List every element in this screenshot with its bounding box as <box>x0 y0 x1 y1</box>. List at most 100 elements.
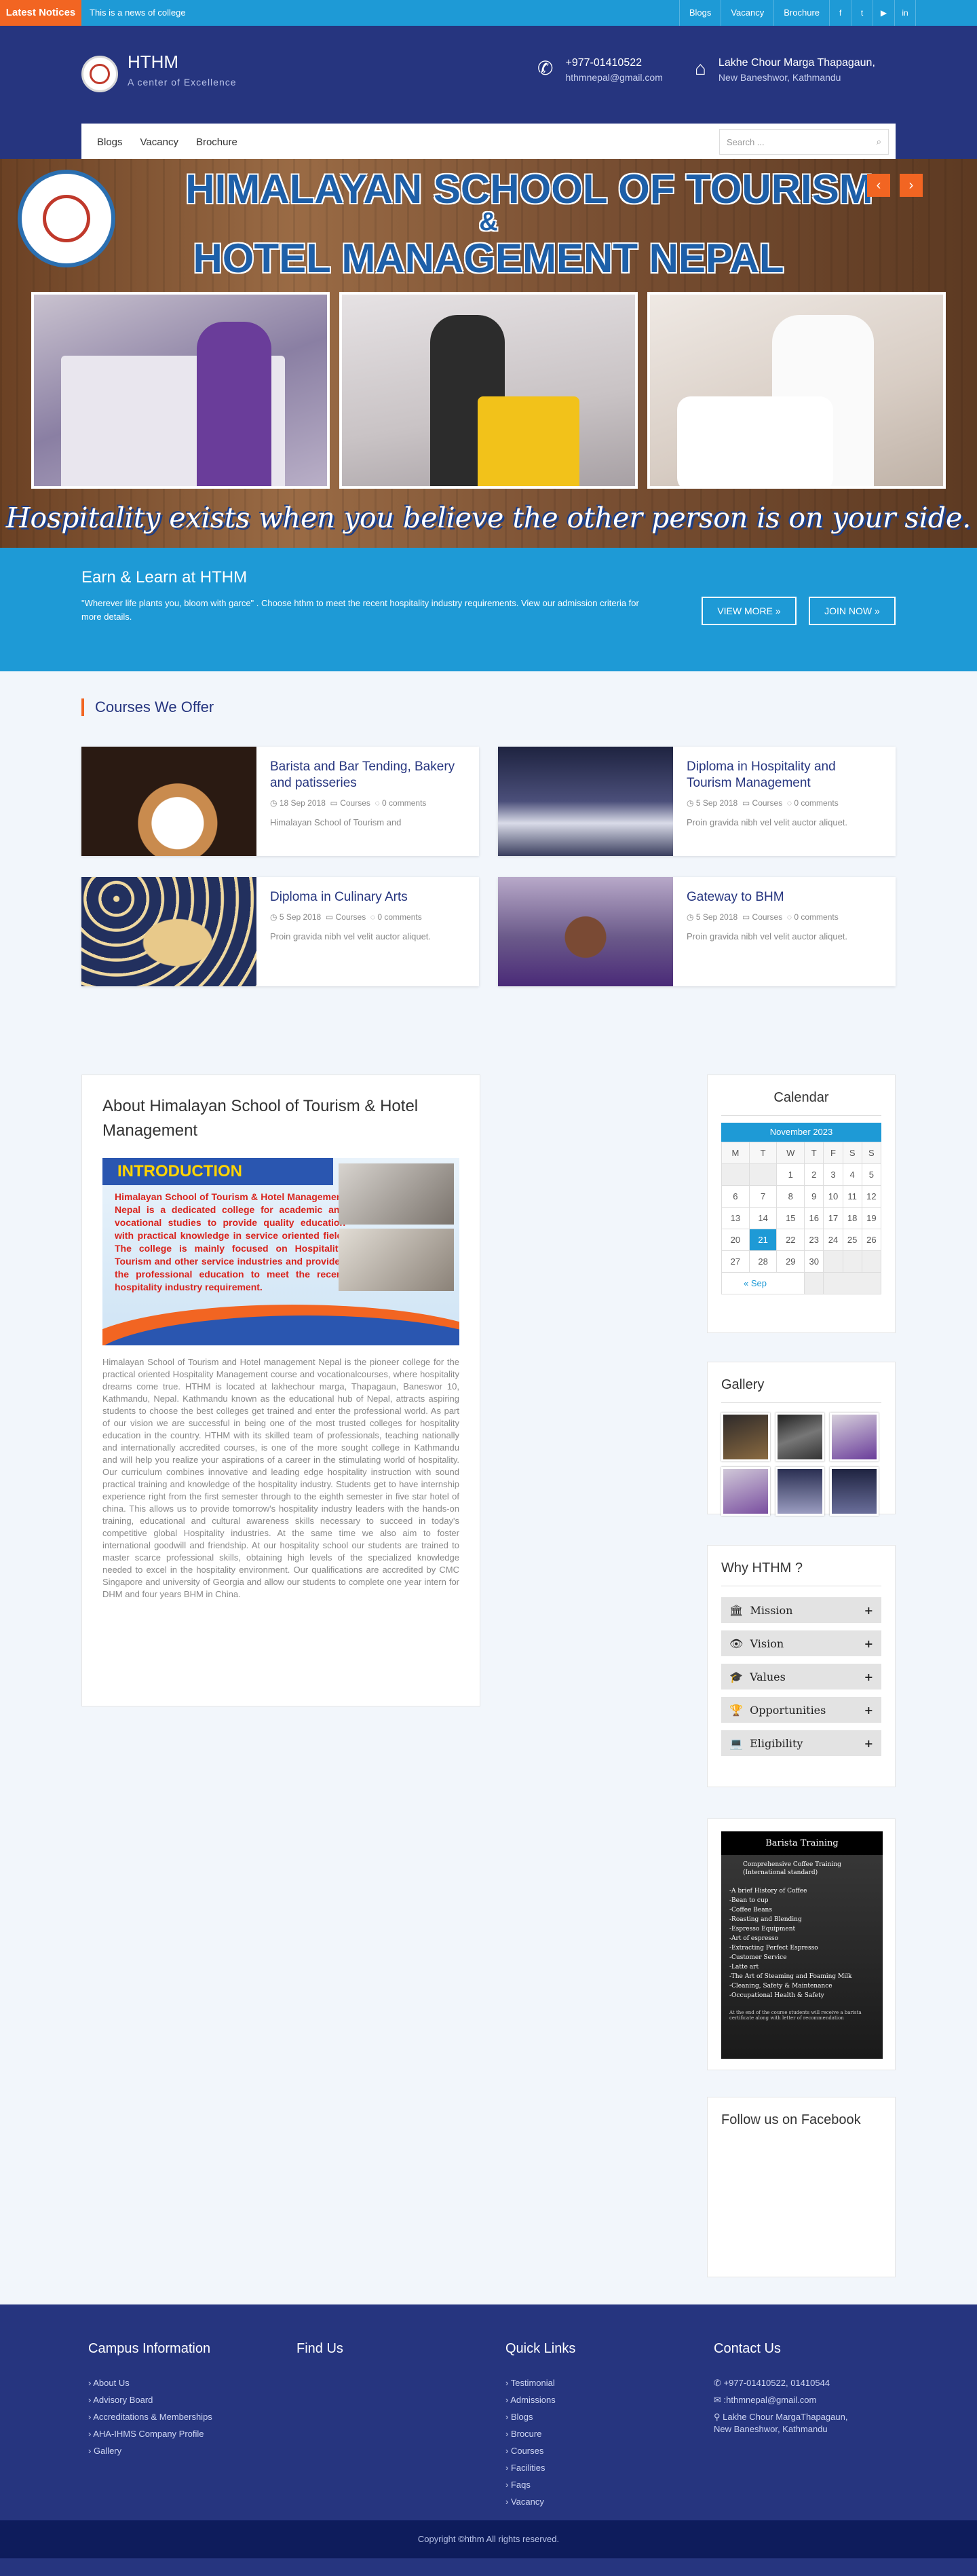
gallery-title: Gallery <box>721 1377 881 1403</box>
barista-poster[interactable]: Barista Training Comprehensive Coffee Tr… <box>721 1831 883 2059</box>
join-now-button[interactable]: JOIN NOW » <box>809 597 896 625</box>
header-address-line1: Lakhe Chour Marga Thapagaun, <box>718 57 875 69</box>
footer-link[interactable]: › Blogs <box>505 2408 575 2425</box>
footer-link[interactable]: › AHA-IHMS Company Profile <box>88 2425 212 2442</box>
twitter-icon[interactable]: t <box>851 0 873 26</box>
intro-heading: INTRODUCTION <box>102 1158 333 1185</box>
course-image[interactable] <box>81 877 256 986</box>
footer-link[interactable]: › Accreditations & Memberships <box>88 2408 212 2425</box>
intro-text: Himalayan School of Tourism & Hotel Mana… <box>115 1191 345 1292</box>
course-excerpt: Himalayan School of Tourism and <box>270 817 402 827</box>
bank-icon: 🏛 <box>729 1603 744 1617</box>
search-icon[interactable]: ⌕ <box>877 136 881 147</box>
course-image[interactable] <box>498 877 673 986</box>
hero-banner: HIMALAYAN SCHOOL OF TOURISM & HOTEL MANA… <box>0 159 977 548</box>
gallery-widget: Gallery <box>707 1362 896 1516</box>
linkedin-icon[interactable]: in <box>894 0 916 26</box>
course-card[interactable]: Diploma in Hospitality and Tourism Manag… <box>498 747 896 856</box>
plus-icon[interactable]: + <box>864 1670 873 1683</box>
footer-link[interactable]: › Admissions <box>505 2391 575 2408</box>
gallery-thumb[interactable] <box>775 1413 824 1461</box>
banner-prev-arrow-icon[interactable]: ‹ <box>867 174 890 197</box>
top-link-vacancy[interactable]: Vacancy <box>721 0 773 26</box>
search-input[interactable]: Search ... ⌕ <box>719 129 889 155</box>
nav-item-vacancy[interactable]: Vacancy <box>132 136 187 148</box>
footer-campus-title: Campus Information <box>88 2341 211 2356</box>
footer-link[interactable]: › Facilities <box>505 2459 575 2476</box>
site-header: HTHM A center of Excellence ✆ +977-01410… <box>0 26 977 122</box>
about-panel: About Himalayan School of Tourism & Hote… <box>81 1075 480 1706</box>
course-card[interactable]: Barista and Bar Tending, Bakery and pati… <box>81 747 479 856</box>
earn-learn-section: Earn & Learn at HTHM "Wherever life plan… <box>0 548 977 671</box>
banner-next-arrow-icon[interactable]: › <box>900 174 923 197</box>
top-bar: Latest Notices This is a news of college… <box>0 0 977 26</box>
course-title[interactable]: Diploma in Hospitality and Tourism Manag… <box>687 759 882 791</box>
footer-phone: ✆ +977-01410522, 01410544 <box>714 2378 830 2388</box>
footer-link[interactable]: › Advisory Board <box>88 2391 212 2408</box>
calendar-prev-link[interactable]: « Sep <box>721 1272 805 1294</box>
barista-note: At the end of the course students will r… <box>729 2010 862 2021</box>
accordion-opportunities[interactable]: 🏆 Opportunities + <box>721 1697 881 1723</box>
trophy-icon: 🏆 <box>729 1703 743 1717</box>
brand-name[interactable]: HTHM <box>128 52 237 73</box>
course-image[interactable] <box>81 747 256 856</box>
plus-icon[interactable]: + <box>864 1704 873 1717</box>
main-nav: Blogs Vacancy Brochure Search ... ⌕ <box>81 124 896 160</box>
course-card[interactable]: Diploma in Culinary Arts ◷ 5 Sep 2018 ▭ … <box>81 877 479 986</box>
footer-find: Find Us <box>296 2341 343 2374</box>
accordion-vision[interactable]: 👁 Vision + <box>721 1630 881 1656</box>
footer-link[interactable]: › Testimonial <box>505 2374 575 2391</box>
gallery-thumb[interactable] <box>830 1467 879 1516</box>
facebook-icon[interactable]: f <box>829 0 851 26</box>
gallery-thumb[interactable] <box>721 1467 770 1516</box>
main-nav-wrap: Blogs Vacancy Brochure Search ... ⌕ <box>0 124 977 160</box>
about-title: About Himalayan School of Tourism & Hote… <box>102 1097 419 1140</box>
footer-link[interactable]: › Vacancy <box>505 2493 575 2510</box>
earn-title: Earn & Learn at HTHM <box>81 568 248 586</box>
calendar-title: Calendar <box>721 1090 881 1116</box>
gallery-thumb[interactable] <box>830 1413 879 1461</box>
view-more-button[interactable]: VIEW MORE » <box>702 597 797 625</box>
header-address: ⌂ Lakhe Chour Marga Thapagaun, New Banes… <box>695 57 875 83</box>
laptop-icon: 💻 <box>729 1736 743 1750</box>
barista-list: -A brief History of Coffee -Bean to cup -C… <box>729 1888 852 1999</box>
plus-icon[interactable]: + <box>864 1604 873 1617</box>
footer-quick-title: Quick Links <box>505 2341 576 2356</box>
plus-icon[interactable]: + <box>864 1637 873 1650</box>
course-title[interactable]: Diploma in Culinary Arts <box>270 889 431 906</box>
course-image[interactable] <box>498 747 673 856</box>
notice-ticker[interactable]: This is a news of college <box>90 0 186 26</box>
header-contact: ✆ +977-01410522 hthmnepal@gmail.com <box>537 57 663 83</box>
footer-link[interactable]: › Brocure <box>505 2425 575 2442</box>
footer-link[interactable]: › About Us <box>88 2374 212 2391</box>
intro-image: INTRODUCTION Himalayan School of Tourism… <box>102 1158 459 1345</box>
nav-item-brochure[interactable]: Brochure <box>187 136 246 148</box>
gallery-thumb[interactable] <box>721 1413 770 1461</box>
top-link-blogs[interactable]: Blogs <box>678 0 721 26</box>
courses-title: Courses We Offer <box>81 698 214 716</box>
site-logo[interactable] <box>81 56 118 92</box>
footer-link[interactable]: › Gallery <box>88 2442 212 2459</box>
footer-email[interactable]: ✉ :hthmnepal@gmail.com <box>714 2391 847 2408</box>
gallery-thumb[interactable] <box>775 1467 824 1516</box>
accordion-values[interactable]: 🎓 Values + <box>721 1664 881 1690</box>
course-title[interactable]: Gateway to BHM <box>687 889 847 906</box>
course-title[interactable]: Barista and Bar Tending, Bakery and pati… <box>270 759 465 791</box>
plus-icon[interactable]: + <box>864 1737 873 1750</box>
barista-subtitle: Comprehensive Coffee Training (Internati… <box>743 1861 841 1876</box>
footer-contact: Contact Us ✆ +977-01410522, 01410544 ✉ :… <box>714 2341 847 2435</box>
search-placeholder: Search ... <box>727 136 765 147</box>
calendar-today[interactable]: 21 <box>748 1229 778 1251</box>
course-card[interactable]: Gateway to BHM ◷ 5 Sep 2018 ▭ Courses ◌ … <box>498 877 896 986</box>
youtube-icon[interactable]: ▶ <box>873 0 894 26</box>
accordion-eligibility[interactable]: 💻 Eligibility + <box>721 1730 881 1756</box>
nav-item-blogs[interactable]: Blogs <box>88 136 132 148</box>
header-address-line2: New Baneshwor, Kathmandu <box>718 72 841 83</box>
footer-link[interactable]: › Faqs <box>505 2476 575 2493</box>
footer-link[interactable]: › Courses <box>505 2442 575 2459</box>
banner-title-amp: & <box>479 208 498 236</box>
banner-title-line2: HOTEL MANAGEMENT NEPAL <box>193 236 784 281</box>
accordion-mission[interactable]: 🏛 Mission + <box>721 1597 881 1623</box>
top-link-brochure[interactable]: Brochure <box>773 0 829 26</box>
barista-widget: Barista Training Comprehensive Coffee Tr… <box>707 1818 896 2070</box>
